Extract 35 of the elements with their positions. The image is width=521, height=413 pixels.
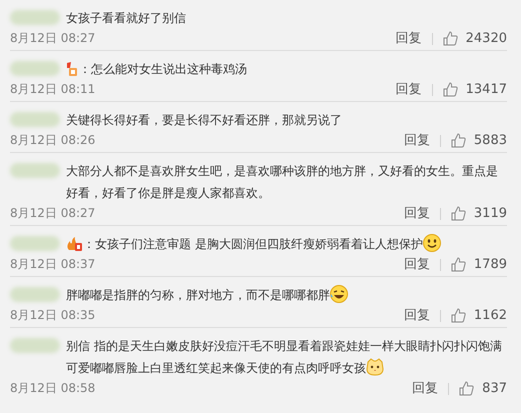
comment-text: 关键得长得好看，要是长得不好看还胖，那就另说了 (66, 113, 342, 127)
comment-text: 胖嘟嘟是指胖的匀称，胖对地方，而不是哪哪都胖 (66, 288, 330, 302)
comment-text: 别信 指的是天生白嫩皮肤好没痘汗毛不明显看着跟瓷娃娃一样大眼睛扑闪扑闪饱满可爱嘟嘟唇脸上白里透红笑起来像天使的有点肉呼呼女孩 (66, 339, 502, 375)
comment-time: 8月12日 08:35 (10, 307, 96, 324)
reply-link[interactable]: 回复 (396, 29, 422, 48)
comment-time: 8月12日 08:27 (10, 205, 96, 222)
reply-link[interactable]: 回复 (404, 306, 430, 325)
like-button[interactable]: 24320 (442, 29, 507, 48)
comment-text: ：女孩子们注意审题 是胸大圆润但四肢纤瘦娇弱看着让人想保护 (83, 237, 423, 251)
like-button[interactable]: 1789 (450, 255, 507, 274)
thumbs-up-icon (459, 381, 474, 396)
reply-link[interactable]: 回复 (404, 204, 430, 223)
thumbs-up-icon (450, 257, 466, 272)
comment-time: 8月12日 08:37 (10, 256, 96, 273)
like-button[interactable]: 13417 (442, 80, 507, 99)
reply-link[interactable]: 回复 (404, 255, 430, 274)
thumbs-up-icon (450, 206, 466, 221)
comment-time: 8月12日 08:26 (10, 132, 96, 149)
comment-text: 女孩子看看就好了别信 (66, 11, 186, 25)
thumbs-up-icon (442, 31, 458, 46)
comment-text: ：怎么能对女生说出这种毒鸡汤 (79, 62, 247, 76)
thumbs-up-icon (450, 308, 466, 323)
like-button[interactable]: 837 (459, 379, 507, 398)
reply-link[interactable]: 回复 (404, 131, 430, 150)
like-button[interactable]: 5883 (450, 131, 507, 150)
comment-text: 大部分人都不是喜欢胖女生吧，是喜欢哪种该胖的地方胖，又好看的女生。重点是好看，好看了你是胖是瘦人家都喜欢。 (66, 164, 498, 200)
thumbs-up-icon (450, 133, 466, 148)
comment-time: 8月12日 08:58 (10, 380, 96, 397)
like-button[interactable]: 1162 (450, 306, 507, 325)
reply-link[interactable]: 回复 (396, 80, 422, 99)
like-button[interactable]: 3119 (450, 204, 507, 223)
reply-link[interactable]: 回复 (412, 379, 438, 398)
comment-time: 8月12日 08:11 (10, 81, 96, 98)
comment-time: 8月12日 08:27 (10, 30, 96, 47)
thumbs-up-icon (442, 82, 458, 97)
